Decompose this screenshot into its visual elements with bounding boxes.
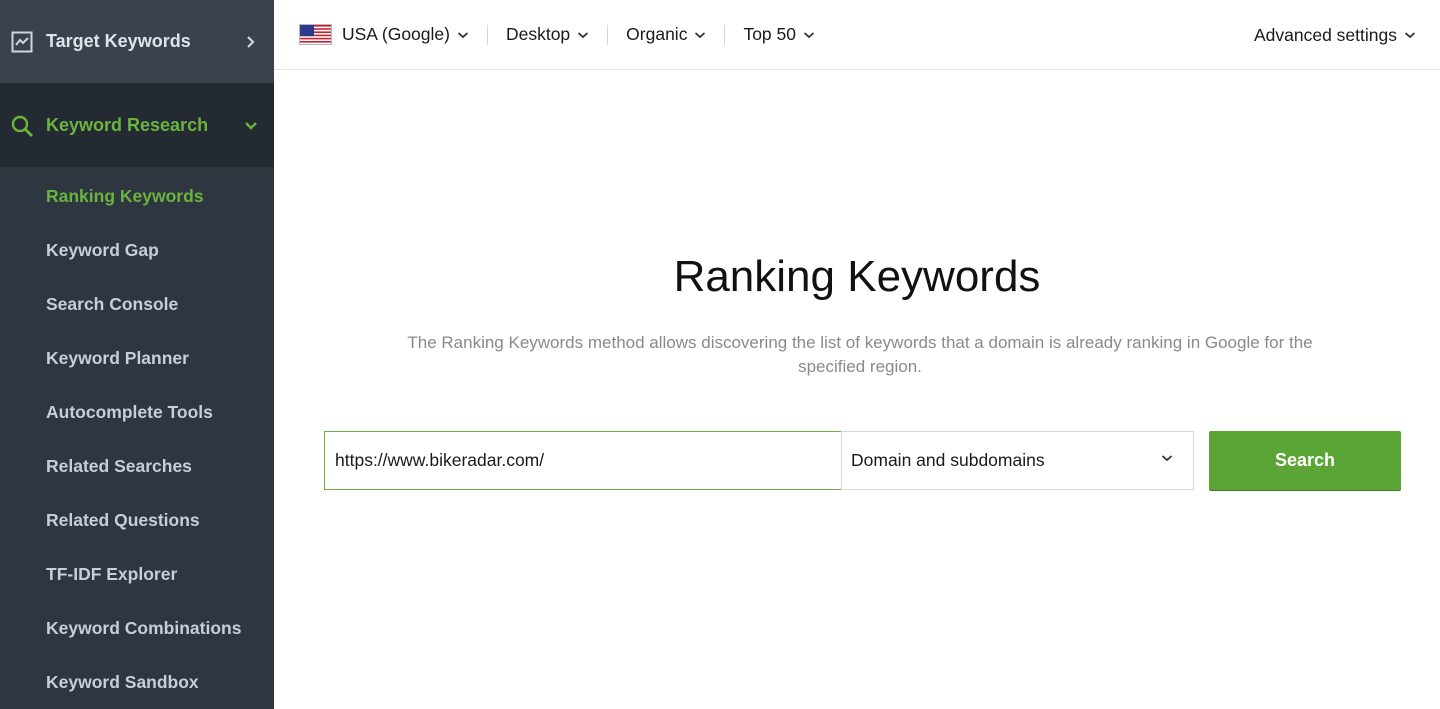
sidebar-item-search-console[interactable]: Search Console [0, 277, 274, 331]
divider [486, 24, 488, 45]
scope-select[interactable]: Domain and subdomains [841, 431, 1194, 490]
advanced-settings-dropdown[interactable]: Advanced settings [1254, 24, 1416, 46]
advanced-settings-label: Advanced settings [1253, 24, 1397, 45]
divider [724, 24, 726, 45]
region-label: USA (Google) [342, 24, 450, 44]
sidebar-section-label: Target Keywords [46, 31, 191, 51]
page-description: The Ranking Keywords method allows disco… [407, 333, 1313, 376]
sidebar-item-keyword-planner[interactable]: Keyword Planner [0, 331, 274, 385]
search-type-dropdown[interactable]: Organic [626, 24, 706, 46]
sidebar: Target Keywords Keyword Research Ranking… [0, 0, 274, 709]
sidebar-section-target-keywords[interactable]: Target Keywords [0, 0, 274, 84]
chevron-down-icon [244, 119, 258, 133]
url-input[interactable] [324, 431, 842, 490]
device-label: Desktop [505, 24, 571, 44]
divider [607, 24, 609, 45]
chevron-down-icon [577, 31, 589, 39]
search-button[interactable]: Search [1209, 431, 1401, 490]
sidebar-item-related-questions[interactable]: Related Questions [0, 493, 274, 547]
search-icon [10, 114, 34, 138]
depth-label: Top 50 [743, 24, 796, 44]
sidebar-section-label: Keyword Research [46, 115, 209, 135]
chevron-down-icon [694, 31, 706, 39]
sidebar-item-keyword-gap[interactable]: Keyword Gap [0, 223, 274, 277]
chart-line-icon [10, 30, 34, 54]
sidebar-item-keyword-combinations[interactable]: Keyword Combinations [0, 601, 274, 655]
chevron-right-icon [244, 35, 258, 49]
chevron-down-icon [803, 31, 815, 39]
top-settings-bar: USA (Google) Desktop Organic Top 50 Adva… [274, 0, 1440, 70]
chevron-down-icon [457, 31, 469, 39]
chevron-down-icon [1161, 454, 1173, 462]
us-flag-icon [299, 24, 332, 45]
search-type-label: Organic [626, 24, 688, 44]
sidebar-item-related-searches[interactable]: Related Searches [0, 439, 274, 493]
sidebar-section-keyword-research[interactable]: Keyword Research [0, 84, 274, 167]
device-dropdown[interactable]: Desktop [506, 24, 589, 46]
scope-select-value: Domain and subdomains [851, 450, 1045, 470]
page-title: Ranking Keywords [673, 252, 1041, 301]
chevron-down-icon [1404, 31, 1416, 39]
depth-dropdown[interactable]: Top 50 [743, 24, 815, 46]
sidebar-item-keyword-sandbox[interactable]: Keyword Sandbox [0, 655, 274, 709]
sidebar-item-ranking-keywords[interactable]: Ranking Keywords [0, 169, 274, 223]
sidebar-submenu: Ranking Keywords Keyword Gap Search Cons… [0, 169, 274, 709]
sidebar-item-tf-idf-explorer[interactable]: TF-IDF Explorer [0, 547, 274, 601]
sidebar-item-autocomplete-tools[interactable]: Autocomplete Tools [0, 385, 274, 439]
region-dropdown[interactable]: USA (Google) [299, 24, 469, 46]
